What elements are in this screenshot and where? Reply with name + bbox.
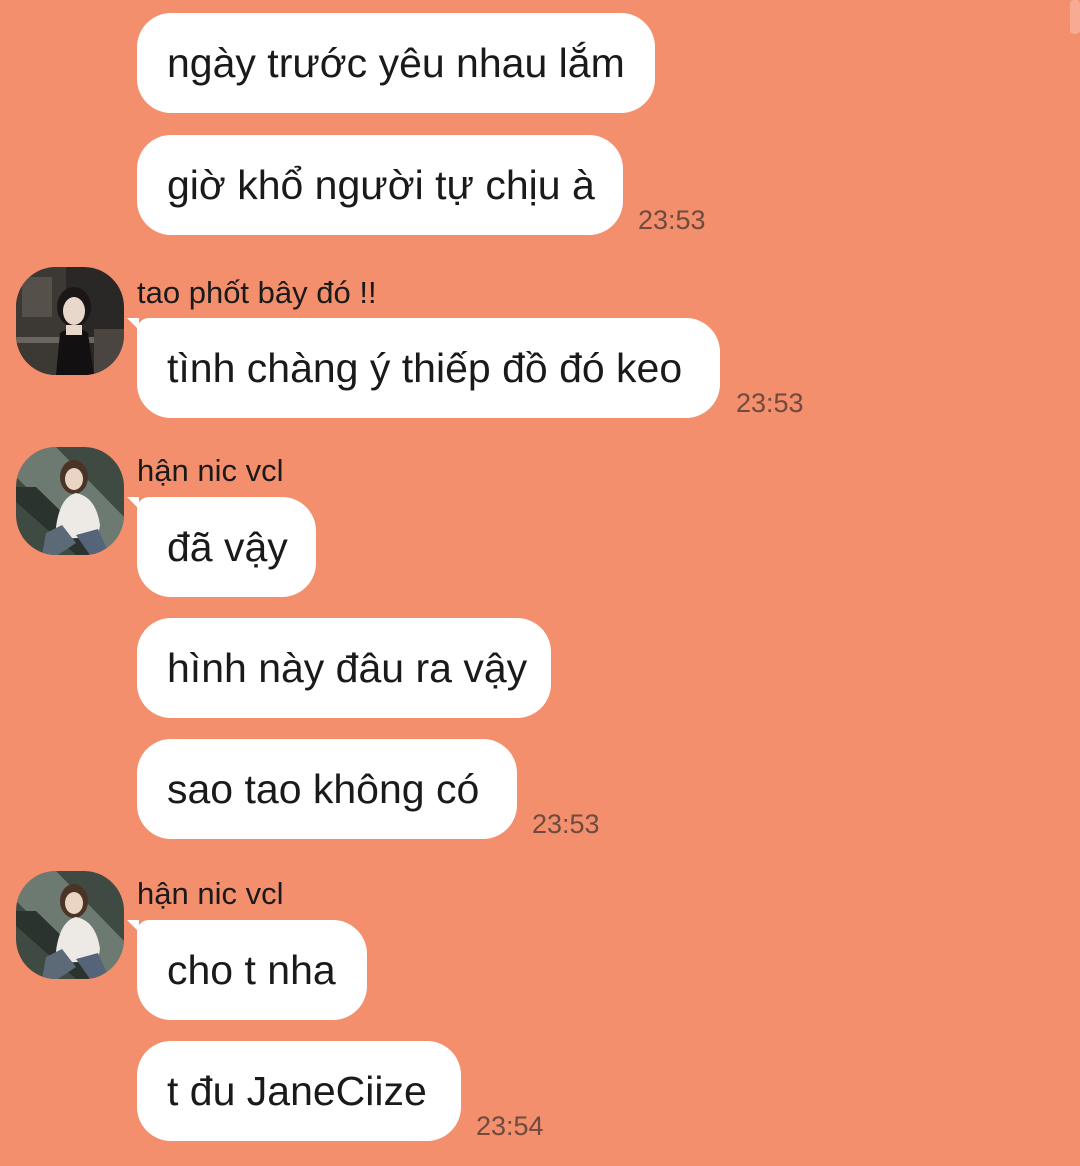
- message-bubble[interactable]: cho t nha: [137, 920, 367, 1020]
- message-bubble[interactable]: t đu JaneCiize: [137, 1041, 461, 1141]
- message-text: t đu JaneCiize: [167, 1067, 427, 1114]
- message-bubble[interactable]: sao tao không có: [137, 739, 517, 839]
- message-text: tình chàng ý thiếp đồ đó keo: [167, 344, 683, 391]
- chat-message-list[interactable]: ngày trước yêu nhau lắm giờ khổ người tự…: [0, 0, 1080, 1166]
- message-timestamp: 23:53: [532, 809, 600, 839]
- message-text: hình này đâu ra vậy: [167, 644, 528, 691]
- message-bubble[interactable]: tình chàng ý thiếp đồ đó keo: [137, 318, 720, 418]
- sender-avatar[interactable]: [16, 267, 124, 375]
- message-timestamp: 23:53: [736, 388, 804, 418]
- message-timestamp: 23:54: [476, 1111, 544, 1141]
- avatar-dark-photo-icon: [16, 267, 124, 375]
- sender-name: hận nic vcl: [137, 876, 284, 911]
- sender-name: hận nic vcl: [137, 453, 284, 488]
- message-bubble[interactable]: đã vậy: [137, 497, 316, 597]
- message-bubble[interactable]: hình này đâu ra vậy: [137, 618, 551, 718]
- sender-name: tao phốt bây đó !!: [137, 275, 377, 310]
- message-text: sao tao không có: [167, 765, 480, 812]
- avatar-escalator-photo-icon: [16, 447, 124, 555]
- scrollbar[interactable]: [1070, 0, 1080, 34]
- message-text: giờ khổ người tự chịu à: [167, 161, 595, 208]
- message-text: đã vậy: [167, 523, 288, 570]
- message-timestamp: 23:53: [638, 205, 706, 235]
- message-bubble[interactable]: giờ khổ người tự chịu à: [137, 135, 623, 235]
- sender-avatar[interactable]: [16, 871, 124, 979]
- sender-avatar[interactable]: [16, 447, 124, 555]
- avatar-escalator-photo-icon: [16, 871, 124, 979]
- message-text: cho t nha: [167, 946, 336, 993]
- message-text: ngày trước yêu nhau lắm: [167, 39, 625, 86]
- message-bubble[interactable]: ngày trước yêu nhau lắm: [137, 13, 655, 113]
